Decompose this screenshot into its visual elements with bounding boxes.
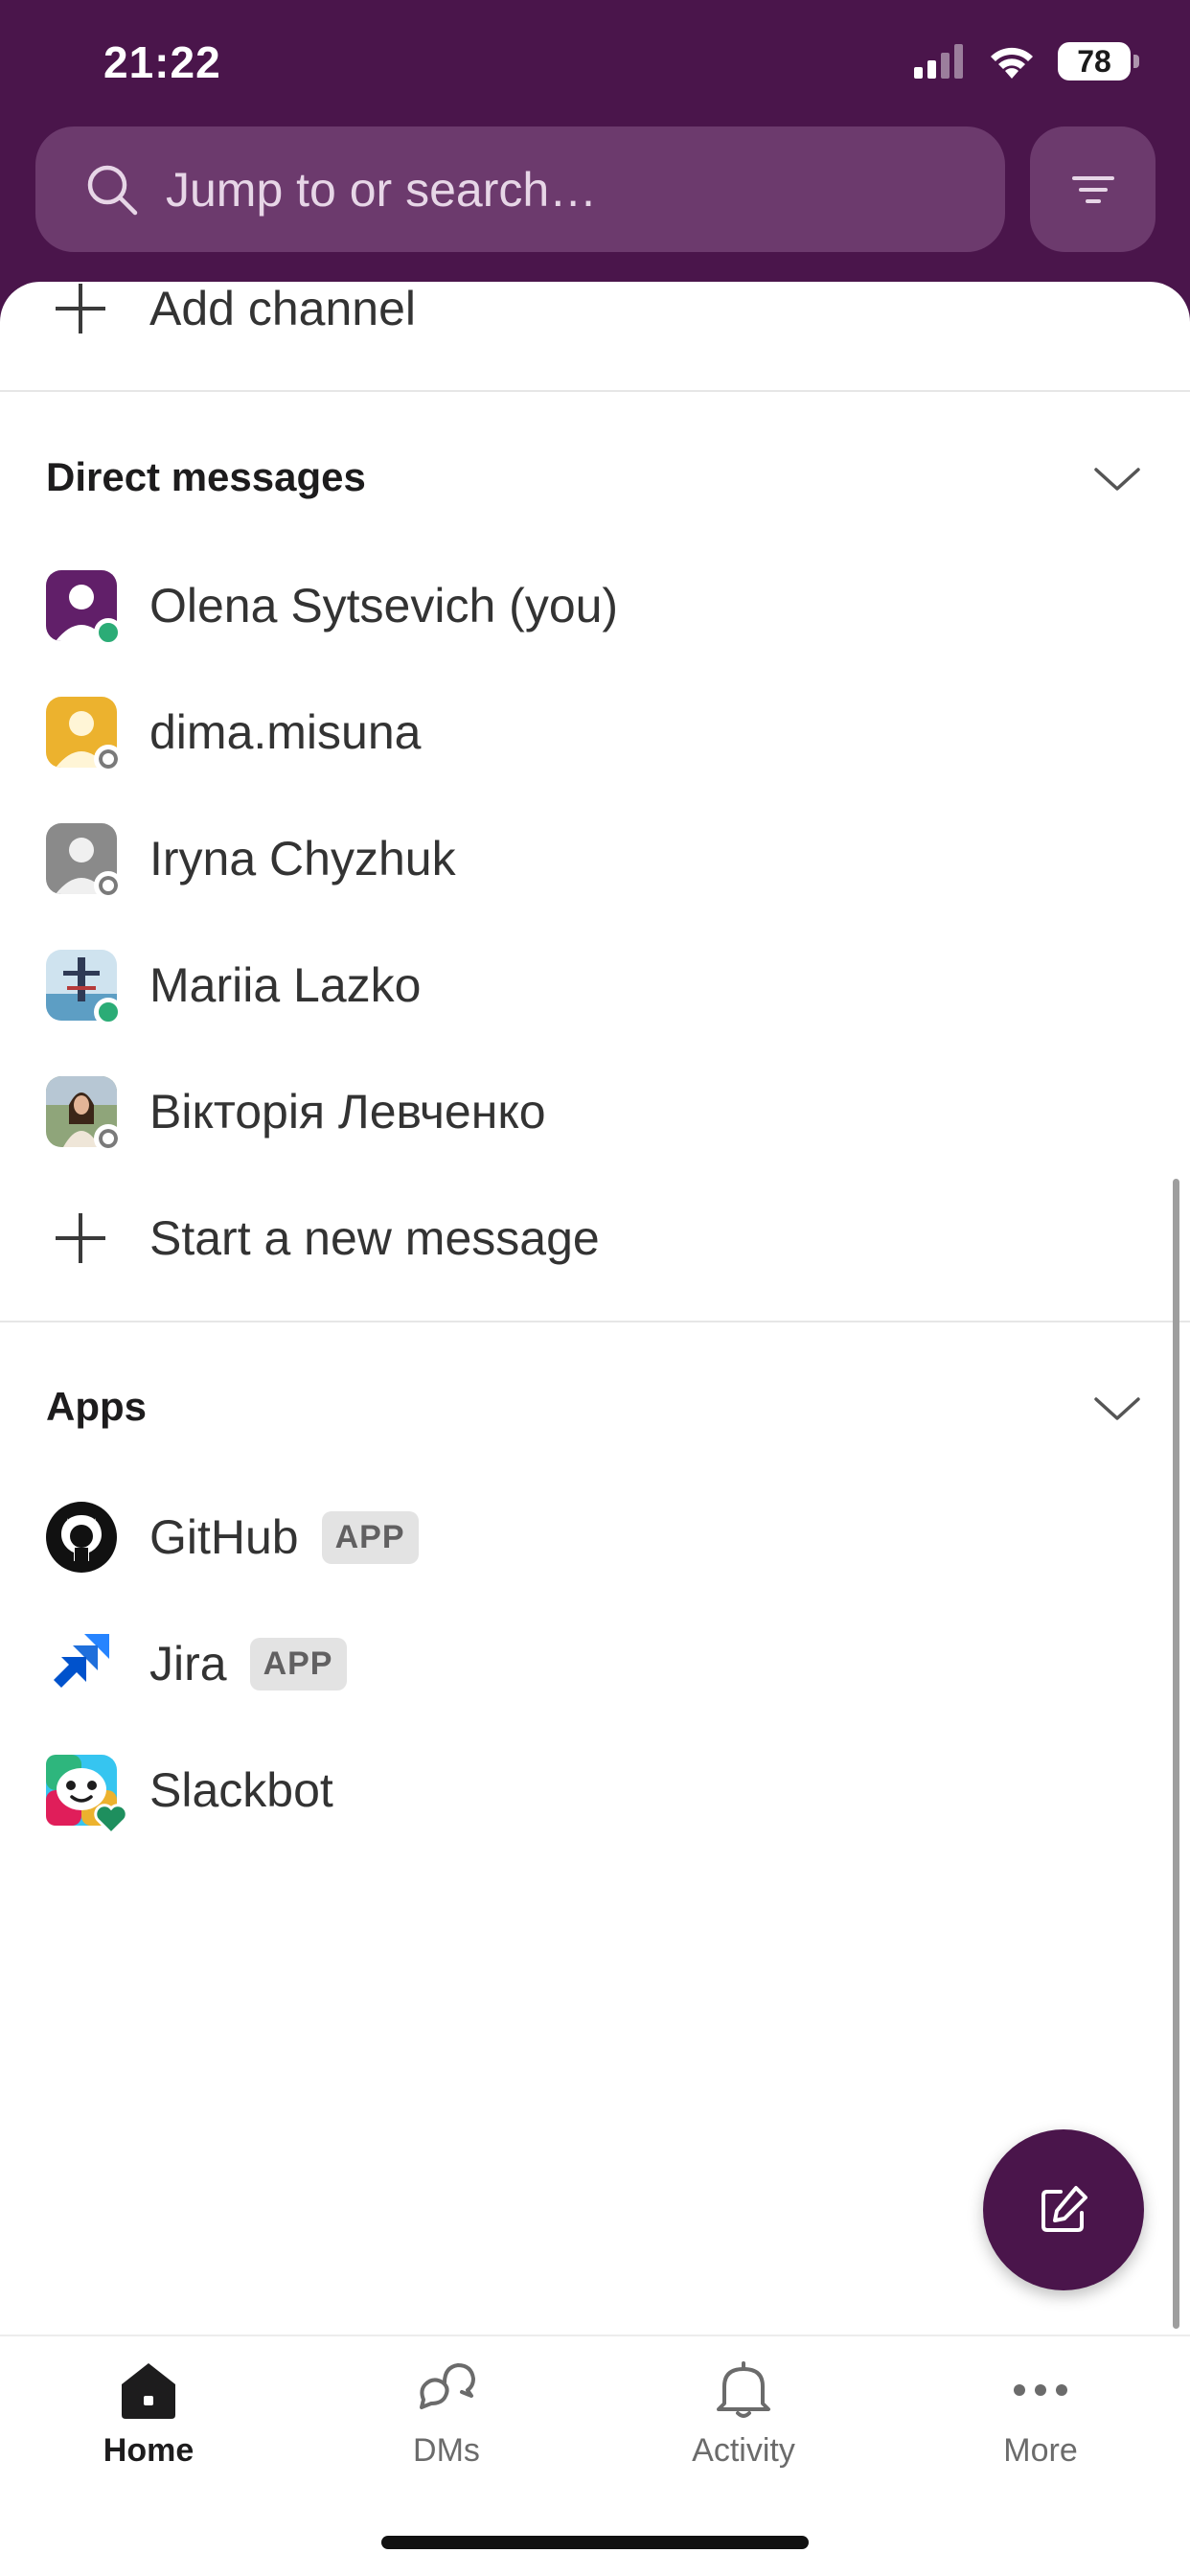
presence-online-indicator bbox=[94, 998, 123, 1026]
search-icon bbox=[87, 165, 138, 215]
dm-item[interactable]: dima.misuna bbox=[0, 669, 1190, 795]
heart-icon bbox=[94, 1804, 128, 1836]
app-name: Slackbot bbox=[149, 1763, 333, 1817]
tab-label: Home bbox=[103, 2432, 195, 2469]
battery-indicator: 78 bbox=[1058, 42, 1139, 80]
github-icon bbox=[46, 1502, 117, 1573]
tab-label: More bbox=[1003, 2432, 1078, 2469]
tab-dms[interactable]: DMs bbox=[351, 2356, 542, 2470]
search-bar[interactable]: Jump to or search… bbox=[35, 126, 1005, 252]
app-item[interactable]: GitHub APP bbox=[0, 1474, 1190, 1600]
dms-icon bbox=[420, 2363, 475, 2409]
chevron-down-icon[interactable] bbox=[1090, 452, 1144, 506]
home-icon bbox=[122, 2363, 175, 2419]
presence-online-indicator bbox=[94, 618, 123, 647]
tab-label: Activity bbox=[692, 2432, 795, 2469]
presence-away-indicator bbox=[94, 1124, 123, 1153]
divider bbox=[0, 390, 1190, 392]
battery-level: 78 bbox=[1077, 43, 1111, 79]
dm-item[interactable]: Olena Sytsevich (you) bbox=[0, 542, 1190, 669]
dm-name: Mariia Lazko bbox=[149, 958, 422, 1012]
tab-more[interactable]: More bbox=[945, 2356, 1136, 2470]
app-item[interactable]: Jira APP bbox=[0, 1600, 1190, 1727]
direct-messages-title[interactable]: Direct messages bbox=[46, 454, 366, 500]
add-channel-label: Add channel bbox=[149, 282, 417, 335]
bell-icon bbox=[717, 2361, 770, 2418]
wifi-icon bbox=[991, 47, 1033, 79]
app-item[interactable]: Slackbot bbox=[0, 1727, 1190, 1853]
compose-button[interactable] bbox=[983, 2129, 1144, 2290]
avatar bbox=[46, 1755, 128, 1836]
app-badge: APP bbox=[249, 1637, 347, 1690]
tab-home[interactable]: Home bbox=[53, 2356, 244, 2470]
more-icon bbox=[1014, 2384, 1067, 2396]
presence-away-indicator bbox=[94, 871, 123, 900]
start-new-message-row[interactable]: Start a new message bbox=[0, 1175, 1190, 1301]
status-icons: 78 bbox=[914, 42, 1139, 80]
presence-away-indicator bbox=[94, 745, 123, 773]
avatar bbox=[46, 950, 123, 1026]
avatar bbox=[46, 570, 123, 647]
jira-icon bbox=[54, 1634, 109, 1688]
start-new-message-label: Start a new message bbox=[149, 1211, 600, 1265]
dm-item[interactable]: Вікторія Левченко bbox=[0, 1048, 1190, 1175]
app-name: Jira bbox=[149, 1637, 227, 1690]
home-indicator bbox=[381, 2536, 809, 2549]
dm-name: Olena Sytsevich (you) bbox=[149, 579, 619, 632]
compose-icon bbox=[1041, 2186, 1087, 2232]
avatar bbox=[46, 697, 123, 773]
status-time: 21:22 bbox=[103, 37, 221, 87]
plus-icon bbox=[46, 274, 115, 343]
apps-title[interactable]: Apps bbox=[46, 1384, 147, 1430]
plus-icon bbox=[46, 1204, 115, 1273]
chevron-down-icon[interactable] bbox=[1090, 1382, 1144, 1436]
signal-icon bbox=[914, 44, 963, 79]
app-badge: APP bbox=[321, 1510, 419, 1564]
scrollbar[interactable] bbox=[1173, 1179, 1179, 2329]
add-channel-row[interactable]: Add channel bbox=[0, 245, 1190, 372]
divider bbox=[0, 1321, 1190, 1322]
dm-name: Вікторія Левченко bbox=[149, 1085, 546, 1138]
dm-item[interactable]: Mariia Lazko bbox=[0, 922, 1190, 1048]
dm-item[interactable]: Iryna Chyzhuk bbox=[0, 795, 1190, 922]
filter-icon bbox=[1071, 175, 1114, 203]
dm-name: dima.misuna bbox=[149, 705, 422, 759]
dm-name: Iryna Chyzhuk bbox=[149, 832, 456, 886]
app-name: GitHub bbox=[149, 1510, 299, 1564]
avatar bbox=[46, 823, 123, 900]
filter-button[interactable] bbox=[1030, 126, 1156, 252]
avatar bbox=[46, 1076, 123, 1153]
tab-activity[interactable]: Activity bbox=[648, 2356, 839, 2470]
search-placeholder: Jump to or search… bbox=[166, 162, 598, 217]
tab-label: DMs bbox=[413, 2432, 480, 2469]
